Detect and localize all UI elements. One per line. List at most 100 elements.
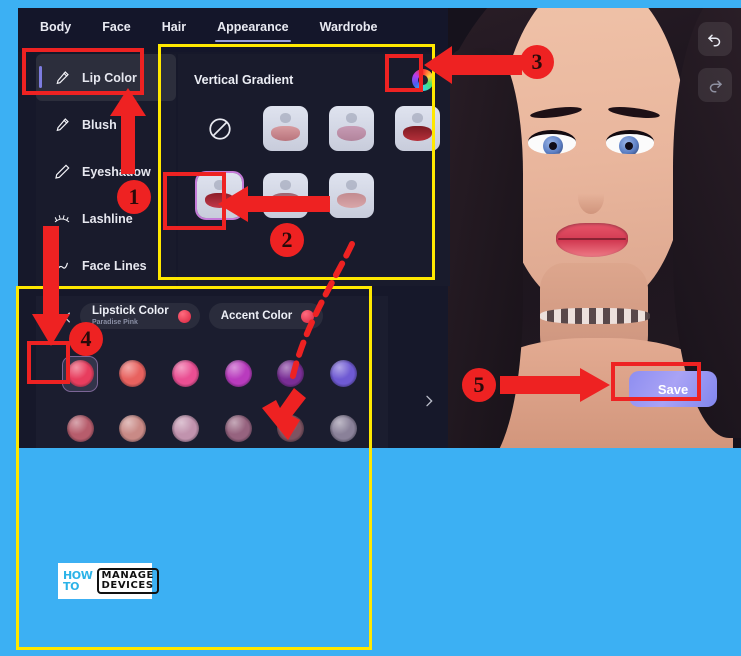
sidebar-item-lip-color[interactable]: Lip Color — [36, 54, 176, 101]
sidebar-item-label: Eyeshadow — [82, 164, 151, 179]
watermark-howto: HOW TO — [63, 570, 93, 592]
color-swatch-row — [36, 346, 388, 401]
color-swatch-cell[interactable] — [169, 357, 203, 391]
color-swatch-cell[interactable] — [116, 412, 150, 446]
watermark-logo: HOW TO MANAGE DEVICES — [58, 563, 159, 599]
undo-button[interactable] — [698, 22, 732, 56]
lip-shape — [337, 193, 366, 208]
nose-shape — [214, 180, 225, 190]
avatar-choker — [540, 308, 650, 324]
tab-hair[interactable]: Hair — [162, 20, 186, 40]
avatar-hair-left — [448, 48, 523, 448]
nose-shape — [346, 180, 357, 190]
color-swatch-cell[interactable] — [274, 412, 308, 446]
color-swatch[interactable] — [119, 360, 147, 387]
color-swatch-grid — [36, 340, 388, 448]
color-category-tabs: Lipstick Color Paradise Pink Accent Colo… — [36, 296, 388, 336]
avatar-lips — [556, 223, 628, 257]
color-swatch[interactable] — [277, 415, 305, 442]
lipstick-color-dot — [177, 309, 191, 323]
color-swatch-cell[interactable] — [221, 357, 255, 391]
color-swatch[interactable] — [66, 360, 94, 387]
nose-shape — [412, 113, 423, 123]
sidebar-item-label: Lashline — [82, 211, 133, 226]
preset-swatch[interactable] — [395, 106, 440, 151]
color-swatch-cell[interactable] — [327, 357, 361, 391]
watermark-line-to: TO — [63, 580, 80, 593]
color-swatch-cell[interactable] — [62, 355, 99, 392]
color-swatch-cell[interactable] — [169, 412, 203, 446]
lip-preset-panel: Vertical Gradient — [178, 54, 450, 286]
preset-swatch[interactable] — [263, 173, 308, 218]
tab-body[interactable]: Body — [40, 20, 71, 40]
avatar-eye-left — [528, 130, 576, 154]
watermark-line-devices: DEVICES — [101, 580, 154, 591]
color-swatch[interactable] — [224, 415, 252, 442]
pupil — [549, 142, 557, 150]
nose-shape — [280, 180, 291, 190]
avatar-nose — [578, 180, 604, 214]
color-wheel-icon[interactable] — [412, 69, 434, 91]
color-swatch[interactable] — [119, 415, 147, 442]
chevron-right-icon — [426, 395, 433, 407]
no-color-icon — [208, 117, 231, 140]
redo-icon — [709, 80, 723, 93]
accent-color-dot — [301, 309, 315, 323]
sidebar-item-blush[interactable]: Blush — [36, 101, 176, 148]
appearance-sidebar: Lip Color Blush Eyeshadow Lashline Face … — [36, 54, 176, 290]
iris — [619, 136, 639, 154]
avatar-eye-right — [606, 130, 654, 154]
lash-icon — [53, 211, 71, 227]
tab-lipstick-color[interactable]: Lipstick Color Paradise Pink — [80, 303, 200, 329]
lip-shape — [271, 126, 300, 141]
pupil — [625, 142, 633, 150]
color-swatch[interactable] — [330, 415, 358, 442]
color-swatch-cell[interactable] — [327, 412, 361, 446]
sidebar-item-label: Lip Color — [82, 70, 137, 85]
undo-icon — [707, 34, 721, 47]
expand-panel-button[interactable] — [418, 388, 440, 414]
lip-shape — [337, 126, 366, 141]
color-swatch-row — [36, 401, 388, 448]
lip-shape — [403, 126, 432, 141]
color-swatch[interactable] — [330, 360, 358, 387]
nose-shape — [346, 113, 357, 123]
sidebar-item-eyeshadow[interactable]: Eyeshadow — [36, 148, 176, 195]
preset-none-button[interactable] — [197, 106, 242, 151]
sidebar-item-label: Blush — [82, 117, 117, 132]
sidebar-item-face-lines[interactable]: Face Lines — [36, 242, 176, 289]
color-swatch-cell[interactable] — [116, 357, 150, 391]
color-swatch-cell[interactable] — [221, 412, 255, 446]
tab-wardrobe[interactable]: Wardrobe — [320, 20, 378, 40]
color-swatch[interactable] — [277, 360, 305, 387]
tab-appearance[interactable]: Appearance — [215, 20, 291, 42]
color-swatch-cell[interactable] — [274, 357, 308, 391]
preset-swatch-selected[interactable] — [195, 171, 244, 220]
preset-swatch[interactable] — [263, 106, 308, 151]
gradient-style-label: Vertical Gradient — [194, 73, 294, 87]
preset-row-2 — [178, 171, 450, 220]
nose-shape — [280, 113, 291, 123]
top-tab-bar: Body Face Hair Appearance Wardrobe — [18, 8, 448, 52]
preset-swatch[interactable] — [329, 106, 374, 151]
redo-button[interactable] — [698, 68, 732, 102]
tab-accent-color[interactable]: Accent Color — [208, 303, 324, 329]
preset-swatch[interactable] — [329, 173, 374, 218]
color-swatch[interactable] — [172, 415, 200, 442]
line-icon — [53, 258, 71, 274]
lipstick-color-value: Paradise Pink — [92, 319, 138, 326]
color-swatch[interactable] — [172, 360, 200, 387]
save-button[interactable]: Save — [629, 371, 717, 407]
color-swatch[interactable] — [66, 415, 94, 442]
tab-face[interactable]: Face — [102, 20, 131, 40]
brush-icon — [53, 70, 71, 86]
lip-shape — [271, 193, 300, 208]
sidebar-item-lashline[interactable]: Lashline — [36, 195, 176, 242]
lipstick-color-label: Lipstick Color — [92, 305, 169, 317]
back-arrow-icon[interactable] — [60, 310, 75, 330]
color-swatch-cell[interactable] — [63, 412, 97, 446]
pencil-icon — [53, 163, 71, 180]
color-swatch[interactable] — [224, 360, 252, 387]
iris — [543, 136, 563, 154]
lip-shape — [205, 193, 234, 208]
